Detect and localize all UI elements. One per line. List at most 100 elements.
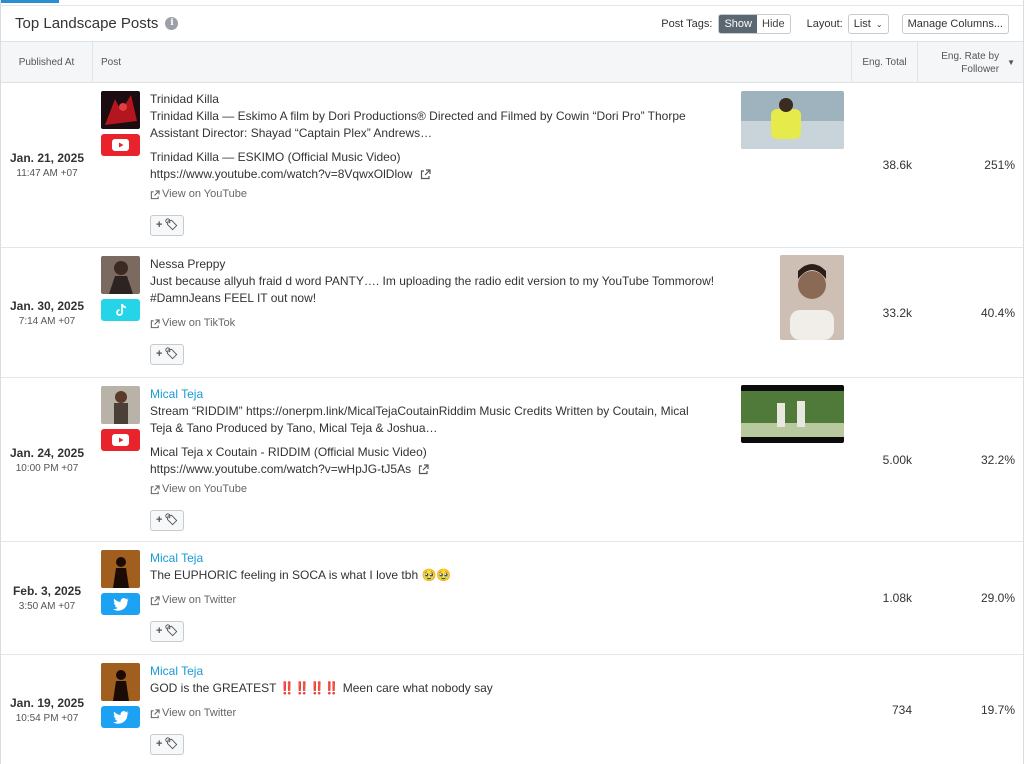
post-date: Jan. 19, 2025 (9, 695, 85, 710)
panel-title: Top Landscape Posts (15, 15, 159, 32)
eng-total-cell: 38.6k (882, 158, 912, 172)
post-caption-continued: Teja & Tano Produced by Tano, Mical Teja… (150, 421, 438, 435)
column-label: Eng. Rate by Follower (941, 50, 1000, 75)
avatar[interactable] (101, 91, 140, 129)
post-url-line: https://www.youtube.com/watch?v=8VqwxOlD… (150, 166, 686, 183)
post-author[interactable]: Mical Teja (150, 386, 689, 403)
show-tags-button[interactable]: Show (719, 14, 757, 33)
tag-icon: 🏷 (164, 514, 179, 526)
manage-columns-button[interactable]: Manage Columns... (901, 13, 1009, 34)
video-title: Mical Teja x Coutain - RIDDIM (Official … (150, 445, 427, 459)
view-link-label: View on YouTube (162, 483, 248, 495)
column-label: Published At (18, 57, 75, 68)
eng-rate-cell: 19.7% (980, 702, 1015, 717)
eng-rate-cell: 32.2% (980, 452, 1015, 467)
tag-icon: 🏷 (164, 348, 179, 360)
view-on-platform-link[interactable]: View on YouTube (150, 481, 689, 498)
view-on-platform-link[interactable]: View on Twitter (150, 705, 493, 722)
layout-value: List (853, 17, 871, 30)
table-row: Feb. 3, 2025 3:50 AM +07 Mical Teja The … (1, 542, 1023, 655)
twitter-icon (101, 593, 140, 615)
post-tags-toggle: Show Hide (718, 13, 791, 34)
table-row: Jan. 19, 2025 10:54 PM +07 Mical Teja GO… (1, 655, 1023, 764)
table-row: Jan. 30, 2025 7:14 AM +07 Nessa Preppy J… (1, 248, 1023, 378)
column-eng-total[interactable]: Eng. Total (851, 42, 918, 83)
active-tab-indicator (1, 0, 59, 3)
external-link-icon[interactable] (418, 464, 430, 475)
post-caption: Stream “RIDDIM” https://onerpm.link/Mica… (150, 404, 689, 418)
eng-rate-cell: 29.0% (980, 591, 1015, 605)
post-content: Nessa Preppy Just because allyuh fraid d… (150, 256, 714, 365)
avatar[interactable] (101, 256, 140, 294)
eng-total-cell: 5.00k (882, 452, 912, 467)
youtube-icon (101, 429, 140, 451)
top-posts-panel: Top Landscape Posts i Post Tags: Show Hi… (0, 0, 1024, 764)
post-content: Trinidad Killa Trinidad Killa — Eskimo A… (150, 91, 686, 236)
video-title: Trinidad Killa — ESKIMO (Official Music … (150, 150, 401, 164)
post-caption-continued: Assistant Director: Shayad “Captain Plex… (150, 126, 433, 140)
post-date: Feb. 3, 2025 (12, 584, 82, 598)
plus-icon: + (156, 625, 163, 637)
post-time: 10:00 PM +07 (15, 462, 79, 474)
published-cell: Jan. 19, 2025 10:54 PM +07 (1, 655, 93, 764)
post-author[interactable]: Mical Teja (150, 550, 451, 567)
table-row: Jan. 21, 2025 11:47 AM +07 Trinidad Kill… (1, 83, 1023, 248)
post-caption: Just because allyuh fraid d word PANTY….… (150, 274, 715, 288)
avatar[interactable] (101, 663, 140, 701)
panel-controls: Post Tags: Show Hide Layout: List ⌄ Mana… (661, 13, 1009, 34)
plus-icon: + (156, 219, 163, 231)
chevron-down-icon: ⌄ (875, 19, 883, 29)
avatar[interactable] (101, 550, 140, 588)
youtube-icon (101, 134, 140, 156)
post-author[interactable]: Mical Teja (150, 663, 493, 680)
post-url[interactable]: https://www.youtube.com/watch?v=8VqwxOlD… (150, 167, 412, 181)
tag-icon: 🏷 (164, 219, 179, 231)
published-cell: Jan. 21, 2025 11:47 AM +07 (1, 83, 93, 247)
post-tags-label: Post Tags: (661, 17, 713, 30)
post-thumbnail[interactable] (780, 255, 844, 340)
add-tag-button[interactable]: + 🏷 (150, 621, 185, 642)
view-link-label: View on TikTok (162, 317, 236, 329)
published-cell: Jan. 24, 2025 10:00 PM +07 (1, 378, 93, 541)
external-link-icon (150, 484, 160, 494)
external-link-icon (150, 708, 160, 718)
external-link-icon[interactable] (420, 169, 431, 180)
published-cell: Jan. 30, 2025 7:14 AM +07 (1, 248, 93, 377)
post-author[interactable]: Nessa Preppy (150, 256, 714, 273)
add-tag-button[interactable]: + 🏷 (150, 215, 185, 236)
eng-rate-cell: 40.4% (980, 305, 1015, 320)
column-label: Post (101, 57, 122, 68)
view-link-label: View on YouTube (162, 188, 248, 200)
published-cell: Feb. 3, 2025 3:50 AM +07 (1, 542, 93, 654)
tiktok-icon (101, 299, 140, 321)
column-label: Eng. Total (862, 57, 907, 68)
view-on-platform-link[interactable]: View on YouTube (150, 186, 686, 203)
view-link-label: View on Twitter (162, 594, 237, 606)
external-link-icon (150, 318, 160, 328)
post-thumbnail[interactable] (741, 91, 844, 149)
view-on-platform-link[interactable]: View on Twitter (150, 592, 451, 609)
column-eng-rate[interactable]: Eng. Rate by Follower ▼ (919, 42, 1023, 83)
post-date: Jan. 21, 2025 (9, 151, 85, 165)
eng-rate-cell: 251% (984, 158, 1015, 172)
info-icon[interactable]: i (165, 17, 179, 30)
column-published-at[interactable]: Published At (1, 42, 93, 83)
post-url-line: https://www.youtube.com/watch?v=wHpJG-tJ… (150, 461, 689, 478)
hide-tags-button[interactable]: Hide (757, 14, 790, 33)
post-author[interactable]: Trinidad Killa (150, 91, 686, 108)
plus-icon: + (156, 514, 163, 526)
avatar[interactable] (101, 386, 140, 424)
post-url[interactable]: https://www.youtube.com/watch?v=wHpJG-tJ… (150, 462, 411, 476)
add-tag-button[interactable]: + 🏷 (150, 344, 185, 365)
add-tag-button[interactable]: + 🏷 (150, 510, 185, 531)
post-caption-continued: #DamnJeans FEEL IT out now! (150, 291, 317, 305)
post-time: 11:47 AM +07 (16, 168, 78, 179)
external-link-icon (150, 189, 160, 199)
post-content: Mical Teja GOD is the GREATEST ‼️‼️‼️‼️ … (150, 663, 493, 755)
table-row: Jan. 24, 2025 10:00 PM +07 Mical Teja St… (1, 378, 1023, 542)
post-thumbnail[interactable] (741, 385, 844, 443)
add-tag-button[interactable]: + 🏷 (150, 734, 185, 755)
layout-select[interactable]: List ⌄ (847, 13, 889, 34)
view-on-platform-link[interactable]: View on TikTok (150, 315, 714, 332)
tag-icon: 🏷 (164, 738, 179, 750)
